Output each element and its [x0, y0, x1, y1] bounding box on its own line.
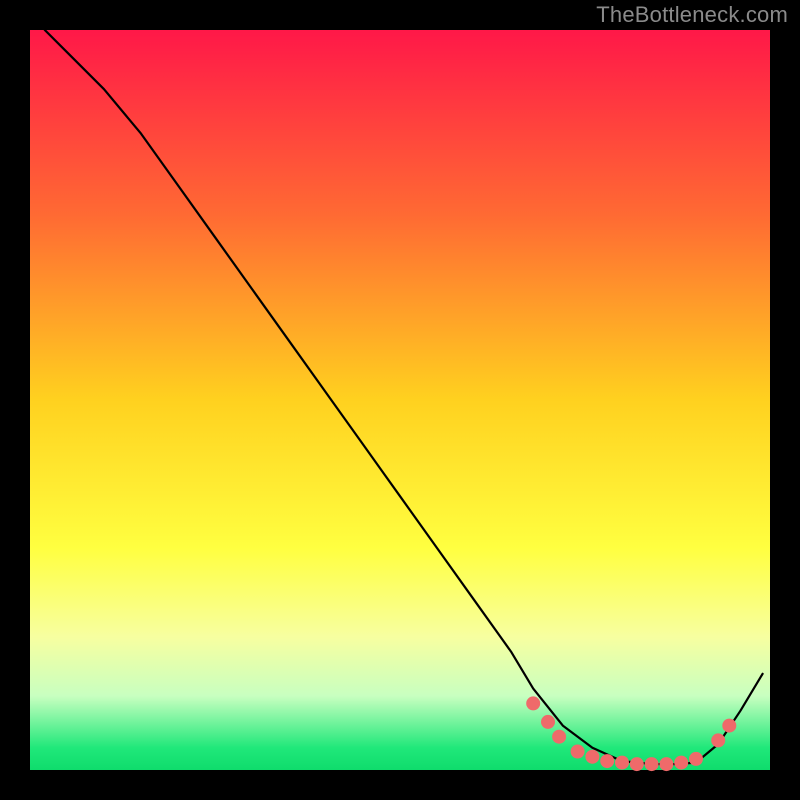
curve-marker — [526, 696, 540, 710]
curve-marker — [722, 719, 736, 733]
curve-marker — [571, 745, 585, 759]
curve-marker — [659, 757, 673, 771]
curve-marker — [674, 756, 688, 770]
plot-background — [30, 30, 770, 770]
chart-stage: TheBottleneck.com — [0, 0, 800, 800]
curve-marker — [711, 733, 725, 747]
curve-marker — [630, 757, 644, 771]
chart-svg — [0, 0, 800, 800]
curve-marker — [600, 754, 614, 768]
curve-marker — [615, 756, 629, 770]
curve-marker — [541, 715, 555, 729]
curve-marker — [689, 752, 703, 766]
curve-marker — [585, 750, 599, 764]
curve-marker — [645, 757, 659, 771]
watermark-text: TheBottleneck.com — [596, 2, 788, 28]
curve-marker — [552, 730, 566, 744]
